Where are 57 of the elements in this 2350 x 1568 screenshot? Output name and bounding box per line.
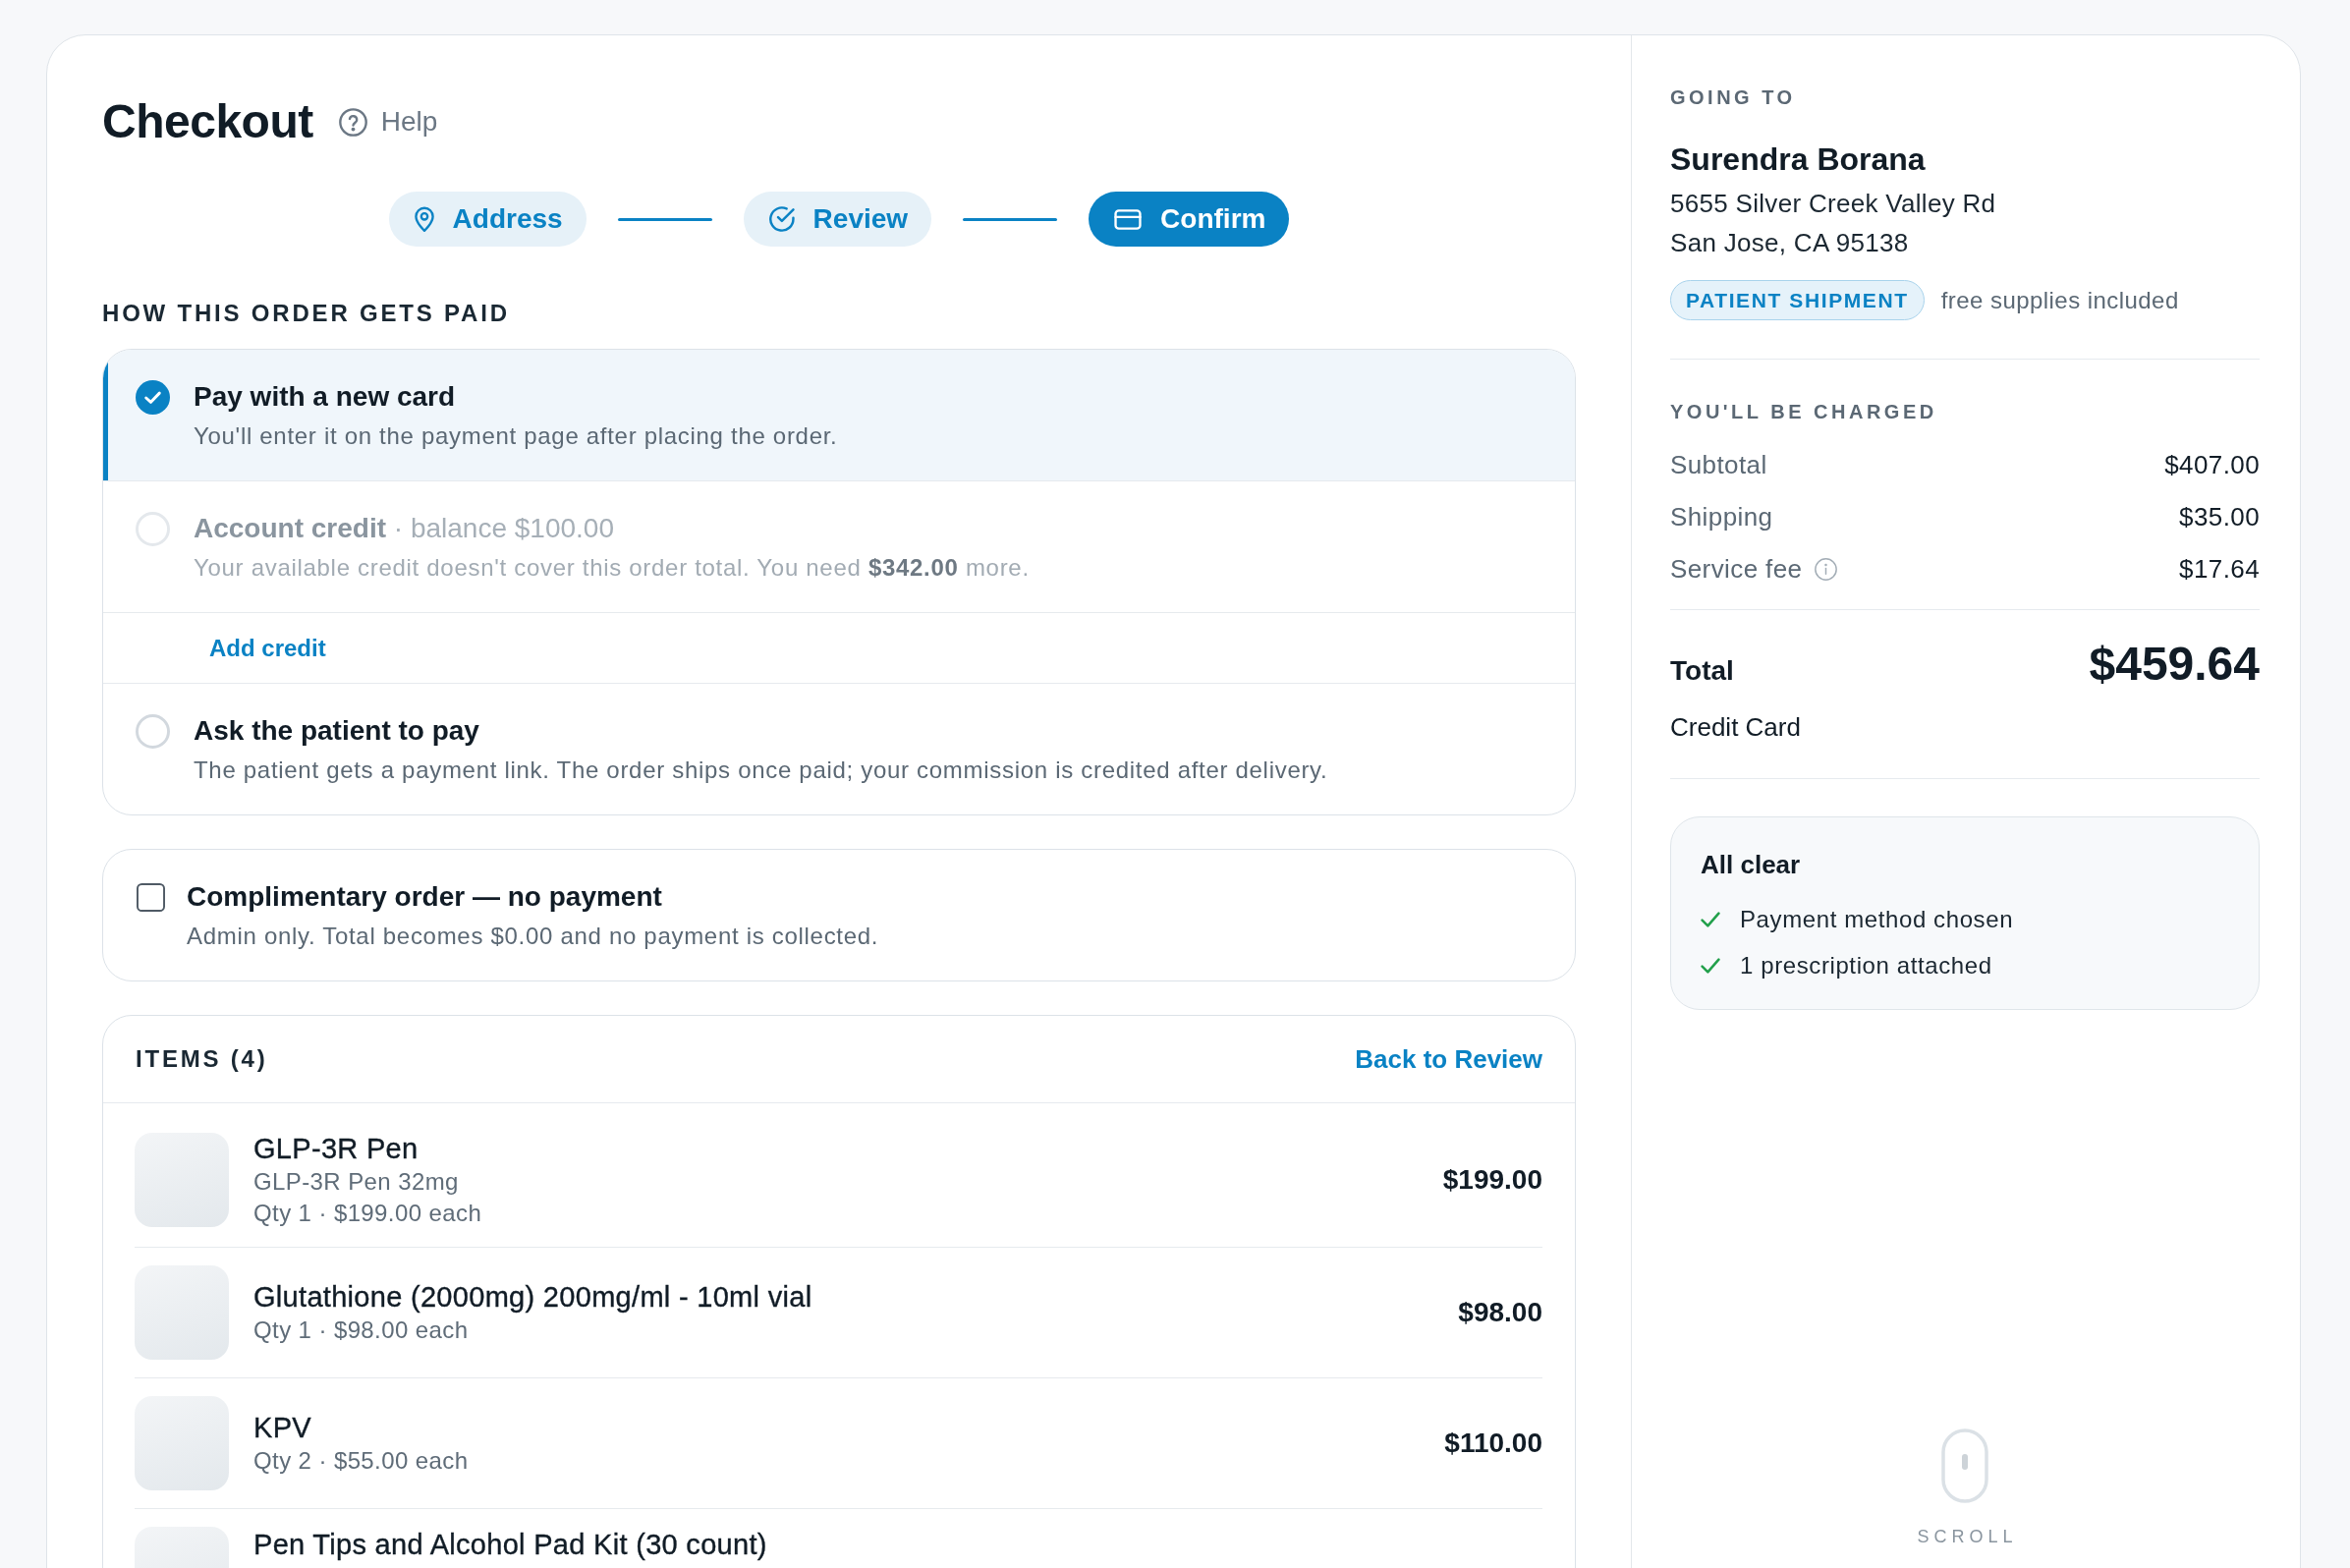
check-circle-icon — [768, 206, 795, 232]
charge-amount: $35.00 — [2179, 501, 2260, 533]
option-description: Your available credit doesn't cover this order total. You need $342.00 more. — [194, 553, 1030, 583]
back-to-review-link[interactable]: Back to Review — [1355, 1042, 1542, 1076]
help-button[interactable]: Help — [338, 104, 438, 140]
item-detail: Qty 1 · $199.00 each — [253, 1199, 483, 1228]
payment-method: Credit Card — [1670, 711, 1802, 744]
address-line: 5655 Silver Creek Valley Rd — [1670, 188, 1997, 220]
recipient-name: Surendra Borana — [1670, 140, 1927, 179]
option-title: Complimentary order — no payment — [187, 881, 662, 912]
section-heading: ITEMS (4) — [136, 1044, 268, 1074]
item-name: KPV — [253, 1411, 312, 1445]
option-title: Account credit — [194, 513, 387, 543]
item-price: $110.00 — [1444, 1427, 1542, 1460]
item-name: GLP-3R Pen — [253, 1132, 420, 1166]
total-amount: $459.64 — [2089, 637, 2260, 692]
step-button[interactable]: Review — [743, 192, 932, 247]
charge-label: Service fee — [1670, 553, 1803, 586]
option-description: The patient gets a payment link. The order ships once paid; your commission is credited after delivery. — [194, 756, 1328, 785]
item-name: Pen Tips and Alcohol Pad Kit (30 count) — [253, 1528, 768, 1562]
radio-button[interactable] — [136, 713, 170, 749]
checklist-item: 1 prescription attached — [1740, 951, 1992, 980]
section-heading: YOU'LL BE CHARGED — [1670, 400, 1938, 423]
step-button[interactable]: Confirm — [1089, 192, 1290, 247]
map-pin-icon — [414, 206, 434, 232]
option-title: Pay with a new card — [194, 381, 456, 412]
item-name: Glutathione (2000mg) 200mg/ml - 10ml vial — [253, 1280, 813, 1315]
shipment-note: free supplies included — [1940, 285, 2179, 315]
charge-amount: $17.64 — [2179, 553, 2260, 586]
credit-card-icon — [1114, 208, 1143, 230]
item-price: $199.00 — [1442, 1163, 1542, 1197]
shipment-tag: PATIENT SHIPMENT — [1670, 280, 1925, 320]
section-heading: HOW THIS ORDER GETS PAID — [102, 299, 511, 328]
option-description: Admin only. Total becomes $0.00 and no payment is collected. — [187, 922, 879, 951]
status-title: All clear — [1701, 849, 1802, 881]
charge-label: Shipping — [1670, 501, 1773, 533]
charge-amount: $407.00 — [2164, 449, 2260, 481]
option-description: You'll enter it on the payment page after placing the order. — [194, 421, 838, 451]
radio-button[interactable] — [136, 379, 170, 415]
step-button[interactable]: Address — [388, 192, 587, 247]
page-title: Checkout — [102, 94, 313, 149]
option-title: Ask the patient to pay — [194, 715, 479, 746]
charge-label: Subtotal — [1670, 449, 1767, 481]
total-label: Total — [1670, 654, 1734, 688]
item-detail: Qty 1 · $98.00 each — [253, 1316, 470, 1345]
item-detail: Qty 2 · $55.00 each — [253, 1446, 470, 1476]
section-heading: GOING TO — [1670, 85, 1797, 109]
info-icon[interactable] — [1815, 557, 1838, 581]
checklist-item: Payment method chosen — [1740, 905, 2014, 934]
scroll-hint: SCROLL — [1916, 1526, 2018, 1547]
balance-text: · balance $100.00 — [393, 513, 614, 543]
address-line: San Jose, CA 95138 — [1670, 227, 1910, 259]
item-detail: GLP-3R Pen 32mg — [253, 1167, 460, 1197]
mouse-icon — [1941, 1428, 1988, 1503]
item-price: $98.00 — [1458, 1296, 1542, 1329]
help-icon — [338, 107, 367, 137]
checkbox[interactable] — [137, 882, 165, 912]
